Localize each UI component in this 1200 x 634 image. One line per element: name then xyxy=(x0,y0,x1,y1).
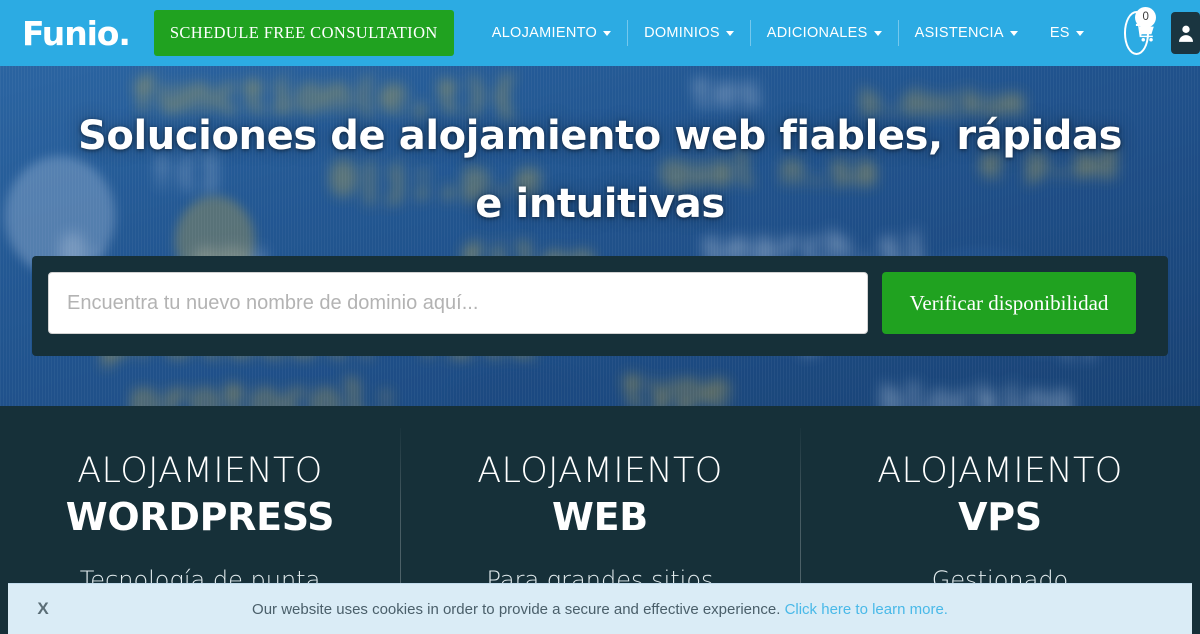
feature-kicker: ALOJAMIENTO xyxy=(477,451,723,491)
cookie-message: Our website uses cookies in order to pro… xyxy=(78,601,1192,618)
check-availability-button[interactable]: Verificar disponibilidad xyxy=(882,272,1136,334)
cookie-consent-banner: X Our website uses cookies in order to p… xyxy=(8,583,1192,634)
domain-search-input[interactable] xyxy=(48,272,868,334)
nav-item-label: ASISTENCIA xyxy=(914,25,1004,41)
feature-kicker: ALOJAMIENTO xyxy=(877,451,1123,491)
chevron-down-icon xyxy=(1075,30,1084,36)
cookie-close-button[interactable]: X xyxy=(8,599,78,619)
nav-item-label: ADICIONALES xyxy=(766,25,868,41)
feature-kicker: ALOJAMIENTO xyxy=(77,451,323,491)
site-logo[interactable]: Funio. xyxy=(22,17,131,50)
chevron-down-icon xyxy=(725,30,734,36)
domain-search-panel: Verificar disponibilidad xyxy=(32,256,1168,356)
cookie-learn-more-link[interactable]: Click here to learn more. xyxy=(785,601,948,618)
top-navigation-bar: Funio. SCHEDULE FREE CONSULTATION ALOJAM… xyxy=(0,0,1200,66)
chevron-down-icon xyxy=(1009,30,1018,36)
account-button[interactable] xyxy=(1171,12,1200,54)
feature-title: WORDPRESS xyxy=(65,495,335,539)
nav-item-label: ES xyxy=(1049,25,1070,41)
chevron-down-icon xyxy=(873,30,882,36)
page-title: Soluciones de alojamiento web fiables, r… xyxy=(77,113,1123,227)
cart-button[interactable]: 0 xyxy=(1123,7,1157,55)
nav-item-alojamiento[interactable]: ALOJAMIENTO xyxy=(476,20,627,46)
nav-links: ALOJAMIENTO DOMINIOS ADICIONALES ASISTEN… xyxy=(476,0,1100,66)
page-root: Funio. SCHEDULE FREE CONSULTATION ALOJAM… xyxy=(0,0,1200,634)
feature-title: VPS xyxy=(958,495,1042,539)
user-icon xyxy=(1178,25,1193,42)
nav-item-label: DOMINIOS xyxy=(644,25,720,41)
nav-item-label: ALOJAMIENTO xyxy=(491,25,598,41)
schedule-consultation-button[interactable]: SCHEDULE FREE CONSULTATION xyxy=(153,10,454,56)
hero-section: function(e,t){ tes b.dockum !(] 0|j;,p.e… xyxy=(0,66,1200,406)
nav-item-asistencia[interactable]: ASISTENCIA xyxy=(897,20,1034,46)
nav-item-dominios[interactable]: DOMINIOS xyxy=(627,20,750,46)
nav-item-language-selector[interactable]: ES xyxy=(1034,20,1100,46)
nav-item-adicionales[interactable]: ADICIONALES xyxy=(749,20,898,46)
feature-title: WEB xyxy=(552,495,648,539)
chevron-down-icon xyxy=(603,30,612,36)
cart-count-badge: 0 xyxy=(1135,7,1157,28)
cookie-message-text: Our website uses cookies in order to pro… xyxy=(252,600,781,618)
hero-content: Soluciones de alojamiento web fiables, r… xyxy=(0,66,1200,406)
